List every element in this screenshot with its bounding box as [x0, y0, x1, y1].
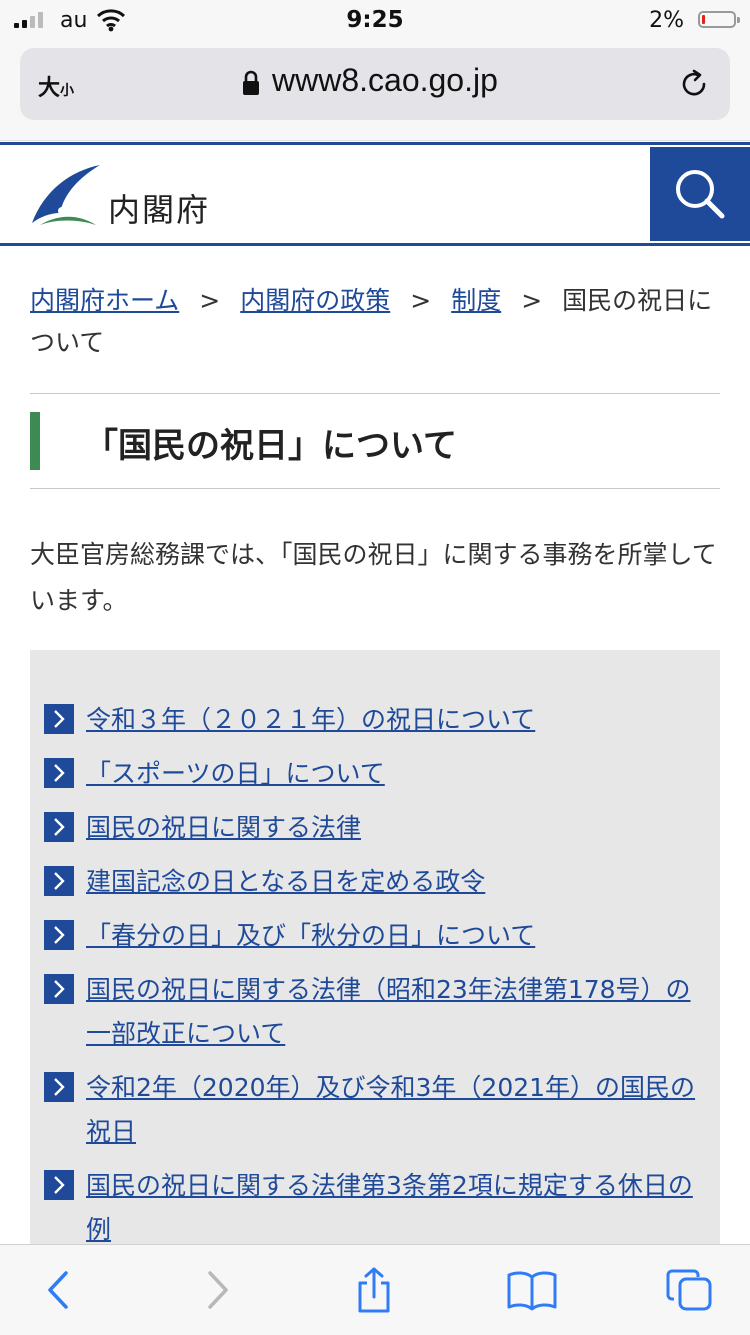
browser-address-area: 大小 www8.cao.go.jp [0, 40, 750, 141]
breadcrumb-separator: > [410, 286, 432, 315]
search-icon [676, 170, 725, 219]
chevron-right-icon [44, 812, 74, 842]
chevron-right-icon [44, 920, 74, 950]
list-item: 令和2年（2020年）及び令和3年（2021年）の国民の祝日 [44, 1066, 704, 1154]
list-item: 国民の祝日に関する法律 [44, 806, 704, 850]
chevron-right-icon [44, 704, 74, 734]
bookmarks-icon[interactable] [506, 1267, 558, 1313]
intro-text: 大臣官房総務課では、「国民の祝日」に関する事務を所掌しています。 [30, 540, 717, 615]
site-name[interactable]: 内閣府 [108, 185, 210, 231]
list-item: 「春分の日」及び「秋分の日」について [44, 914, 704, 958]
link-2020-2021-holidays[interactable]: 令和2年（2020年）及び令和3年（2021年）の国民の祝日 [86, 1073, 695, 1146]
chevron-right-icon [44, 1170, 74, 1200]
breadcrumb-link-system[interactable]: 制度 [451, 286, 501, 315]
tabs-icon[interactable] [666, 1267, 714, 1313]
link-substitute-holiday-examples[interactable]: 国民の祝日に関する法律第3条第2項に規定する休日の例 [86, 1171, 693, 1244]
list-item: 令和３年（２０２１年）の祝日について [44, 698, 704, 742]
related-links-box: 令和３年（２０２１年）の祝日について 「スポーツの日」について 国民の祝日に関す… [30, 650, 720, 1250]
share-icon[interactable] [352, 1267, 396, 1313]
list-item: 国民の祝日に関する法律第3条第2項に規定する休日の例 [44, 1164, 704, 1252]
text-size-button[interactable]: 大小 [38, 70, 74, 102]
chevron-right-icon [44, 758, 74, 788]
related-links-list: 令和３年（２０２１年）の祝日について 「スポーツの日」について 国民の祝日に関す… [44, 698, 704, 1262]
link-equinox-days[interactable]: 「春分の日」及び「秋分の日」について [86, 921, 535, 950]
title-accent-bar [30, 412, 40, 470]
search-button[interactable] [650, 147, 750, 241]
breadcrumb-separator: > [521, 286, 543, 315]
breadcrumb-separator: > [199, 286, 221, 315]
link-holiday-law[interactable]: 国民の祝日に関する法律 [86, 813, 361, 842]
back-icon[interactable] [36, 1267, 80, 1313]
breadcrumb-link-policy[interactable]: 内閣府の政策 [240, 286, 390, 315]
battery-icon [698, 11, 740, 28]
list-item: 建国記念の日となる日を定める政令 [44, 860, 704, 904]
clock-time: 9:25 [346, 7, 404, 33]
breadcrumb-link-home[interactable]: 内閣府ホーム [30, 286, 179, 315]
battery-percent: 2% [649, 8, 684, 33]
list-item: 「スポーツの日」について [44, 752, 704, 796]
forward-icon[interactable] [196, 1267, 240, 1313]
reload-icon[interactable] [678, 68, 710, 100]
browser-toolbar [0, 1244, 750, 1335]
url-text: www8.cao.go.jp [272, 62, 498, 98]
address-bar[interactable]: 大小 www8.cao.go.jp [20, 48, 730, 120]
status-bar: au 9:25 2% [0, 0, 750, 40]
breadcrumb: 内閣府ホーム > 内閣府の政策 > 制度 > 国民の祝日について [30, 280, 724, 364]
site-header: 内閣府 [0, 142, 750, 246]
link-law-amendment[interactable]: 国民の祝日に関する法律（昭和23年法律第178号）の一部改正について [86, 975, 691, 1048]
page-title: 「国民の祝日」について [84, 426, 457, 466]
link-r3-holidays[interactable]: 令和３年（２０２１年）の祝日について [86, 705, 535, 734]
chevron-right-icon [44, 974, 74, 1004]
link-foundation-day-ordinance[interactable]: 建国記念の日となる日を定める政令 [86, 867, 485, 896]
chevron-right-icon [44, 866, 74, 896]
lock-icon [243, 70, 259, 95]
list-item: 国民の祝日に関する法律（昭和23年法律第178号）の一部改正について [44, 968, 704, 1056]
cabinet-office-logo[interactable] [30, 163, 102, 229]
link-sports-day[interactable]: 「スポーツの日」について [86, 759, 385, 788]
chevron-right-icon [44, 1072, 74, 1102]
divider [30, 393, 720, 394]
divider [30, 488, 720, 489]
